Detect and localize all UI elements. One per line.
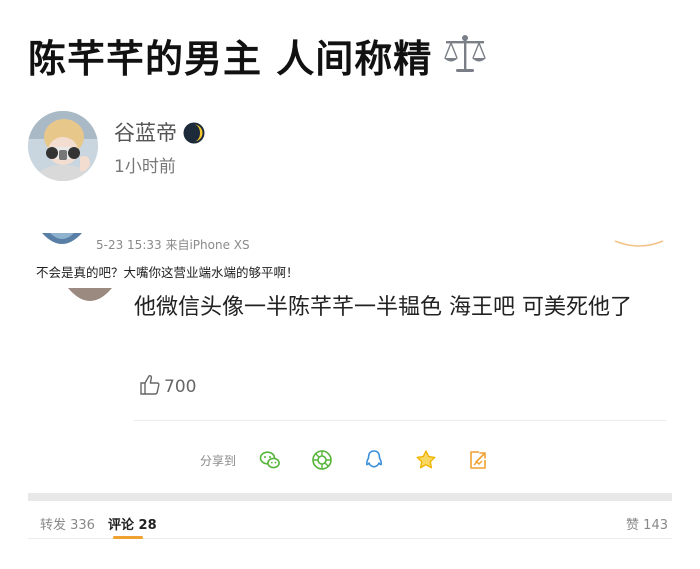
author-name[interactable]: 谷蓝帝 [114,117,205,149]
moments-icon[interactable] [310,448,334,472]
divider [134,420,666,421]
export-icon[interactable] [466,448,490,472]
post-time: 1小时前 [114,157,176,177]
share-bar: 分享到 [200,447,518,473]
favorite-icon[interactable] [414,448,438,472]
qq-icon[interactable] [362,448,386,472]
comment-meta: 5-23 15:33 来自iPhone XS [96,238,250,252]
moon-icon [183,122,205,149]
post-title: 陈芊芊的男主 人间称精 [28,28,488,85]
tab-comments[interactable]: 评论 28 [108,514,157,533]
scale-icon [442,34,488,85]
section-separator [28,493,672,501]
author-block: 谷蓝帝 1小时前 [28,111,668,181]
share-label: 分享到 [200,453,237,468]
tab-repost[interactable]: 转发 336 [40,514,95,533]
wechat-icon[interactable] [258,448,282,472]
decoration-curve [614,234,664,247]
commenter-avatar-top [42,232,82,246]
comment-text: 他微信头像一半陈芊芊一半韫色 海王吧 可美死他了 [134,295,632,320]
active-tab-indicator [113,536,143,539]
like-count: 700 [164,377,197,397]
tab-likes[interactable]: 赞 143 [626,514,668,533]
post-tabs: 转发 336 评论 28 赞 143 [28,507,672,539]
author-name-text[interactable]: 谷蓝帝 [114,121,177,145]
comment-like-button[interactable]: 700 [138,374,196,400]
quoted-post-text: 不会是真的吧？大嘴你这营业端水端的够平啊！ [36,265,299,280]
avatar[interactable] [28,111,98,181]
embedded-screenshot: 5-23 15:33 来自iPhone XS 不会是真的吧？大嘴你这营业端水端的… [28,228,672,490]
post-title-text: 陈芊芊的男主 人间称精 [28,37,433,81]
commenter-avatar [68,288,112,304]
thumbs-up-icon [138,373,164,402]
